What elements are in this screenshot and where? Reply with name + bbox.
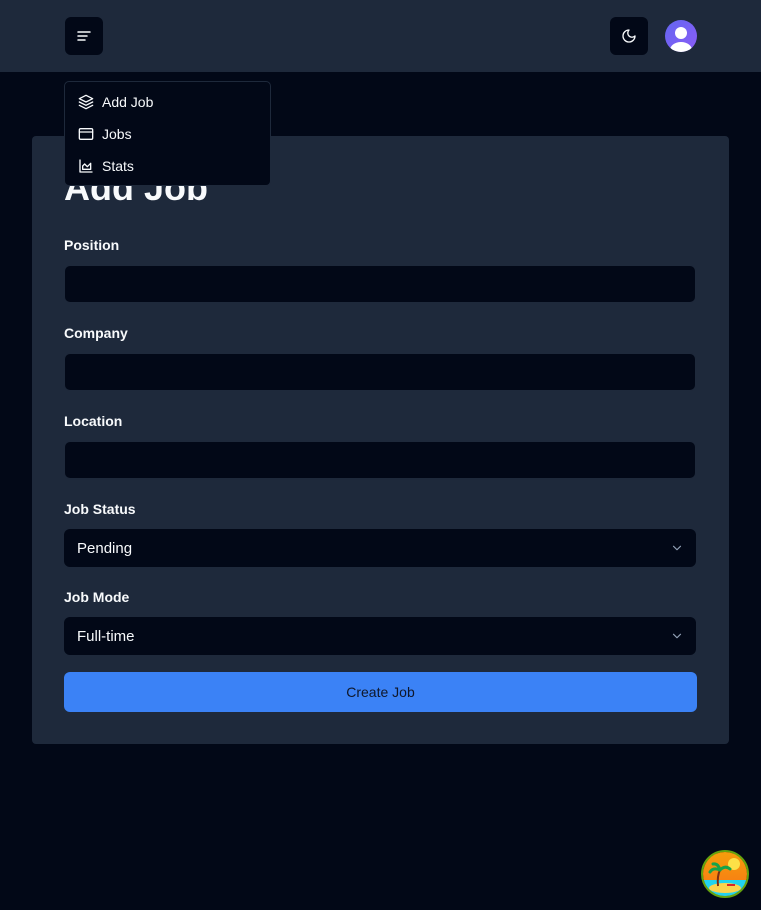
user-avatar[interactable]	[665, 20, 697, 52]
menu-button[interactable]	[65, 17, 103, 55]
job-status-value: Pending	[77, 539, 133, 557]
menu-item-add-job[interactable]: Add Job	[65, 86, 270, 118]
job-mode-label: Job Mode	[64, 589, 130, 605]
menu-item-label: Stats	[102, 158, 134, 174]
chevron-down-icon	[672, 633, 682, 639]
job-mode-select[interactable]: Full-time	[64, 617, 696, 655]
nav-dropdown-menu: Add Job Jobs Stats	[64, 81, 271, 186]
create-job-button[interactable]: Create Job	[64, 672, 697, 712]
location-input[interactable]	[64, 441, 696, 479]
job-status-select[interactable]: Pending	[64, 529, 696, 567]
position-input[interactable]	[64, 265, 696, 303]
menu-item-label: Add Job	[102, 94, 154, 110]
beach-icon	[703, 852, 747, 896]
menu-icon	[77, 31, 91, 41]
chevron-down-icon	[672, 545, 682, 551]
location-label: Location	[64, 413, 123, 429]
company-label: Company	[64, 325, 128, 341]
moon-icon	[622, 29, 636, 43]
position-label: Position	[64, 237, 120, 253]
floating-widget-button[interactable]	[701, 850, 749, 898]
job-mode-value: Full-time	[77, 627, 135, 645]
job-status-label: Job Status	[64, 501, 136, 517]
app-window-icon	[78, 128, 94, 140]
menu-item-label: Jobs	[102, 126, 132, 142]
menu-item-jobs[interactable]: Jobs	[65, 118, 270, 150]
user-icon	[670, 27, 692, 52]
layers-icon	[78, 94, 94, 110]
area-chart-icon	[79, 159, 93, 173]
company-input[interactable]	[64, 353, 696, 391]
theme-toggle-button[interactable]	[610, 17, 648, 55]
menu-item-stats[interactable]: Stats	[65, 150, 270, 182]
